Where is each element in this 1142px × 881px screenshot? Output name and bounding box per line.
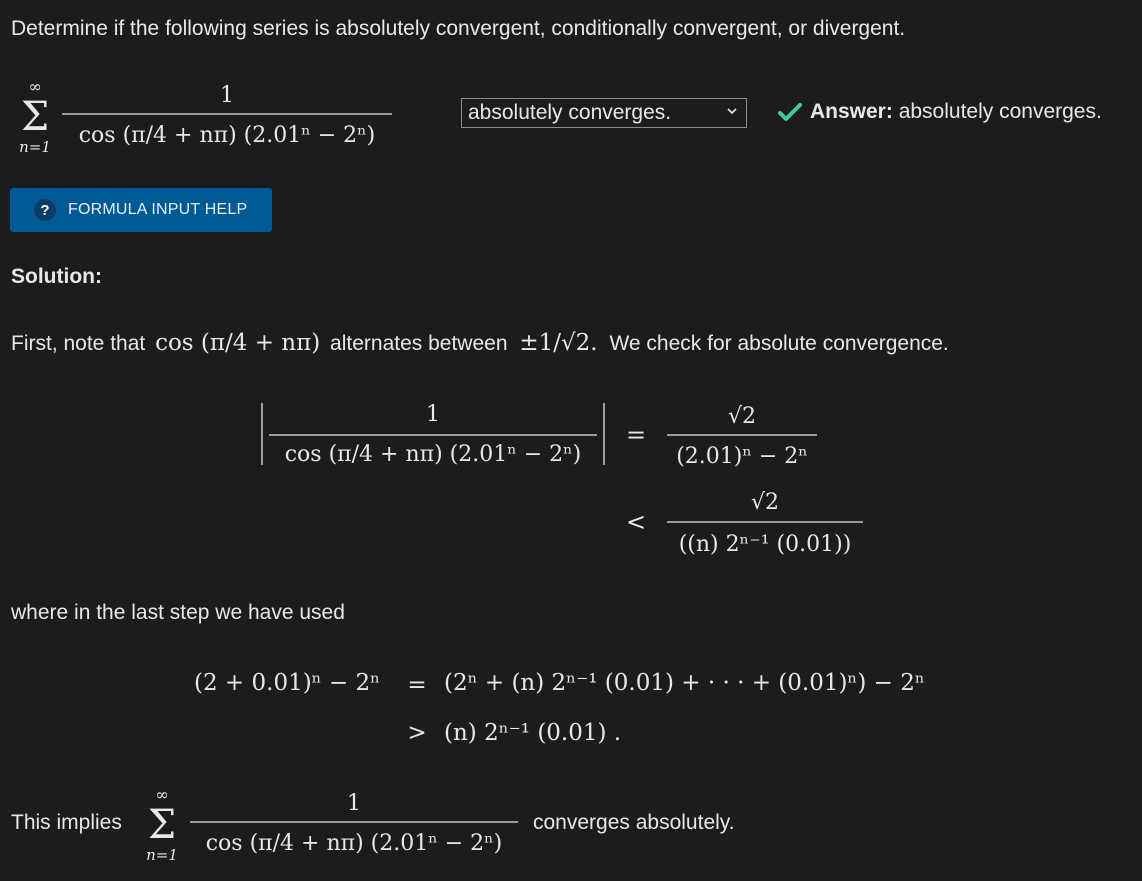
expansion-equals: =	[407, 672, 426, 698]
para1-math-cos: cos (π/4 + nπ)	[155, 330, 321, 356]
expansion-rhs: (2ⁿ + (n) 2ⁿ⁻¹ (0.01) + · · · + (0.01)ⁿ)…	[444, 670, 925, 696]
conclusion-series-formula: ∞ Σ n=1 1 cos (π/4 + nπ) (2.01ⁿ − 2ⁿ)	[146, 785, 518, 864]
solution-paragraph-3-start: This implies	[11, 811, 122, 834]
formula-input-help-button[interactable]: ? FORMULA INPUT HELP	[10, 188, 272, 232]
answer-feedback: Answer: absolutely converges.	[778, 100, 1102, 124]
rhs2-numerator: √2	[751, 490, 779, 515]
conclusion-sum-lower: n=1	[146, 846, 178, 864]
answer-select[interactable]: absolutely converges.	[461, 98, 747, 128]
binomial-expansion: (2 + 0.01)ⁿ − 2ⁿ = (2ⁿ + (n) 2ⁿ⁻¹ (0.01)…	[194, 670, 925, 746]
expansion-lhs: (2 + 0.01)ⁿ − 2ⁿ	[194, 670, 380, 696]
question-prompt: Determine if the following series is abs…	[11, 17, 906, 40]
conclusion-numerator: 1	[347, 791, 361, 816]
answer-label: Answer:	[810, 100, 893, 123]
sum-lower-limit: n=1	[19, 138, 51, 156]
series-numerator: 1	[220, 83, 234, 108]
lhs-denominator: cos (π/4 + nπ) (2.01ⁿ − 2ⁿ)	[285, 442, 582, 467]
expansion-bound: (n) 2ⁿ⁻¹ (0.01) .	[444, 720, 621, 746]
para1-math-bound: ±1/√2.	[519, 330, 598, 356]
rhs1-numerator: √2	[728, 404, 756, 429]
absolute-value-derivation: 1 cos (π/4 + nπ) (2.01ⁿ − 2ⁿ) = √2 (2.01…	[261, 402, 863, 557]
solution-paragraph-3-end: converges absolutely.	[533, 811, 735, 834]
series-formula: ∞ Σ n=1 1 cos (π/4 + nπ) (2.01ⁿ − 2ⁿ)	[19, 77, 392, 156]
series-denominator: cos (π/4 + nπ) (2.01ⁿ − 2ⁿ)	[79, 123, 376, 148]
para1-text-after: We check for absolute convergence.	[609, 332, 949, 355]
lhs-numerator: 1	[426, 402, 440, 427]
conclusion-sigma-icon: Σ	[148, 802, 176, 848]
rhs1-denominator: (2.01)ⁿ − 2ⁿ	[676, 444, 808, 469]
less-than-sign: <	[626, 508, 646, 536]
solution-heading: Solution:	[11, 265, 102, 288]
chevron-down-icon	[727, 108, 737, 115]
solution-paragraph-2: where in the last step we have used	[11, 601, 345, 624]
para1-text-mid: alternates between	[330, 332, 508, 355]
rhs2-denominator: ((n) 2ⁿ⁻¹ (0.01))	[679, 532, 852, 557]
para1-text-before: First, note that	[11, 332, 146, 355]
equals-sign: =	[626, 421, 646, 449]
help-question-icon: ?	[34, 199, 56, 221]
help-button-label: FORMULA INPUT HELP	[68, 201, 248, 218]
answer-select-value: absolutely converges.	[468, 101, 672, 124]
sum-sigma-icon: Σ	[21, 94, 49, 140]
solution-paragraph-1: First, note that cos (π/4 + nπ) alternat…	[11, 330, 949, 356]
conclusion-denominator: cos (π/4 + nπ) (2.01ⁿ − 2ⁿ)	[206, 831, 503, 856]
answer-value: absolutely converges.	[898, 100, 1102, 123]
checkmark-icon	[778, 103, 802, 121]
expansion-greater-than: >	[407, 720, 426, 746]
